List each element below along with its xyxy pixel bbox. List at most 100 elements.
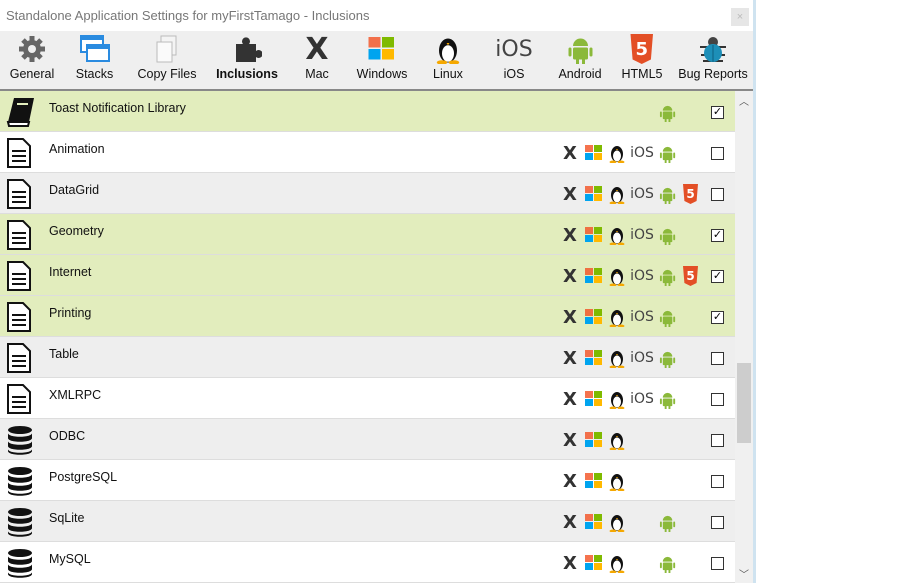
android-icon xyxy=(657,554,679,573)
item-name: DataGrid xyxy=(49,183,100,197)
include-checkbox[interactable] xyxy=(711,352,724,365)
svg-text:5: 5 xyxy=(686,269,694,283)
include-checkbox[interactable] xyxy=(711,557,724,570)
toolbar-bug-reports-button[interactable]: Bug Reports xyxy=(673,31,753,89)
toolbar-copy-files-button[interactable]: Copy Files xyxy=(127,31,207,89)
scroll-down-icon[interactable]: ﹀ xyxy=(735,566,753,581)
windows-icon xyxy=(583,226,605,244)
toolbar-mac-button[interactable]: X Mac xyxy=(287,31,347,89)
linux-penguin-icon xyxy=(606,431,628,450)
ios-icon: iOS xyxy=(495,36,533,62)
ios-icon: iOS xyxy=(630,145,654,161)
book-icon xyxy=(6,97,34,127)
include-checkbox[interactable] xyxy=(711,393,724,406)
list-item[interactable]: Printing XiOS ✓ xyxy=(0,296,735,337)
list-item[interactable]: Animation XiOS xyxy=(0,132,735,173)
linux-penguin-icon xyxy=(606,349,628,368)
stacks-icon xyxy=(79,34,110,64)
list-item[interactable]: Geometry XiOS ✓ xyxy=(0,214,735,255)
android-icon xyxy=(657,103,679,122)
list-item[interactable]: PostgreSQL X xyxy=(0,460,735,501)
toolbar-label: iOS xyxy=(503,67,525,81)
toolbar: General Stacks Copy Files Inclusions X Mac Win… xyxy=(0,31,753,91)
windows-icon xyxy=(583,308,605,326)
linux-penguin-icon xyxy=(606,308,628,327)
title-bar: Standalone Application Settings for myFi… xyxy=(0,0,753,31)
windows-icon xyxy=(583,472,605,490)
mac-x-icon: X xyxy=(305,31,329,67)
toolbar-windows-button[interactable]: Windows xyxy=(347,31,417,89)
ios-icon: iOS xyxy=(630,227,654,243)
toolbar-label: HTML5 xyxy=(621,67,663,81)
android-icon xyxy=(657,513,679,532)
toolbar-ios-button[interactable]: iOS iOS xyxy=(479,31,549,89)
list-item[interactable]: Table XiOS xyxy=(0,337,735,378)
include-checkbox[interactable]: ✓ xyxy=(711,106,724,119)
toolbar-inclusions-button[interactable]: Inclusions xyxy=(207,31,287,89)
toolbar-stacks-button[interactable]: Stacks xyxy=(62,31,127,89)
mac-x-icon: X xyxy=(563,183,577,205)
svg-text:5: 5 xyxy=(686,187,694,201)
ios-icon: iOS xyxy=(630,268,654,284)
mac-x-icon: X xyxy=(563,552,577,574)
item-name: Geometry xyxy=(49,224,104,238)
include-checkbox[interactable]: ✓ xyxy=(711,270,724,283)
item-name: PostgreSQL xyxy=(49,470,118,484)
linux-penguin-icon xyxy=(606,226,628,245)
mac-x-icon: X xyxy=(563,142,577,164)
windows-icon xyxy=(367,34,397,64)
list-item[interactable]: Toast Notification Library ✓ xyxy=(0,91,735,132)
include-checkbox[interactable] xyxy=(711,188,724,201)
include-checkbox[interactable] xyxy=(711,147,724,160)
bug-icon xyxy=(698,34,728,64)
include-checkbox[interactable]: ✓ xyxy=(711,311,724,324)
toolbar-android-button[interactable]: Android xyxy=(549,31,611,89)
scroll-thumb[interactable] xyxy=(737,363,751,443)
puzzle-icon xyxy=(232,34,262,64)
mac-x-icon: X xyxy=(563,511,577,533)
include-checkbox[interactable] xyxy=(711,516,724,529)
gear-icon xyxy=(18,34,46,64)
include-checkbox[interactable] xyxy=(711,434,724,447)
document-icon xyxy=(6,220,34,250)
list-item[interactable]: ODBC X xyxy=(0,419,735,460)
linux-penguin-icon xyxy=(606,554,628,573)
scroll-up-icon[interactable]: ︿ xyxy=(735,93,753,108)
linux-penguin-icon xyxy=(606,267,628,286)
item-name: ODBC xyxy=(49,429,86,443)
document-icon xyxy=(6,302,34,332)
toolbar-label: Stacks xyxy=(75,67,114,81)
include-checkbox[interactable] xyxy=(711,475,724,488)
close-button[interactable]: × xyxy=(731,8,749,26)
toolbar-label: Mac xyxy=(305,67,329,81)
list-item[interactable]: SqLite X xyxy=(0,501,735,542)
ios-icon: iOS xyxy=(630,350,654,366)
toolbar-label: Windows xyxy=(356,67,408,81)
copy-files-icon xyxy=(154,34,180,64)
document-icon xyxy=(6,179,34,209)
list-item[interactable]: XMLRPC XiOS xyxy=(0,378,735,419)
windows-icon xyxy=(583,267,605,285)
scrollbar[interactable]: ︿ ﹀ xyxy=(735,91,753,583)
toolbar-linux-button[interactable]: Linux xyxy=(417,31,479,89)
mac-x-icon: X xyxy=(563,388,577,410)
list-item[interactable]: MySQL X xyxy=(0,542,735,583)
mac-x-icon: X xyxy=(563,306,577,328)
toolbar-html5-button[interactable]: 5 HTML5 xyxy=(611,31,673,89)
android-icon xyxy=(567,34,594,64)
document-icon xyxy=(6,343,34,373)
linux-penguin-icon xyxy=(606,390,628,409)
include-checkbox[interactable]: ✓ xyxy=(711,229,724,242)
item-name: Printing xyxy=(49,306,92,320)
window-title: Standalone Application Settings for myFi… xyxy=(6,8,370,23)
toolbar-general-button[interactable]: General xyxy=(2,31,62,89)
toolbar-label: Linux xyxy=(433,67,463,81)
list-item[interactable]: DataGrid XiOS 5 xyxy=(0,173,735,214)
html5-icon: 5 xyxy=(679,184,701,204)
windows-icon xyxy=(583,431,605,449)
android-icon xyxy=(657,267,679,286)
toolbar-label: General xyxy=(9,67,55,81)
ios-icon: iOS xyxy=(630,391,654,407)
database-icon xyxy=(6,425,34,455)
list-item[interactable]: Internet XiOS 5 ✓ xyxy=(0,255,735,296)
